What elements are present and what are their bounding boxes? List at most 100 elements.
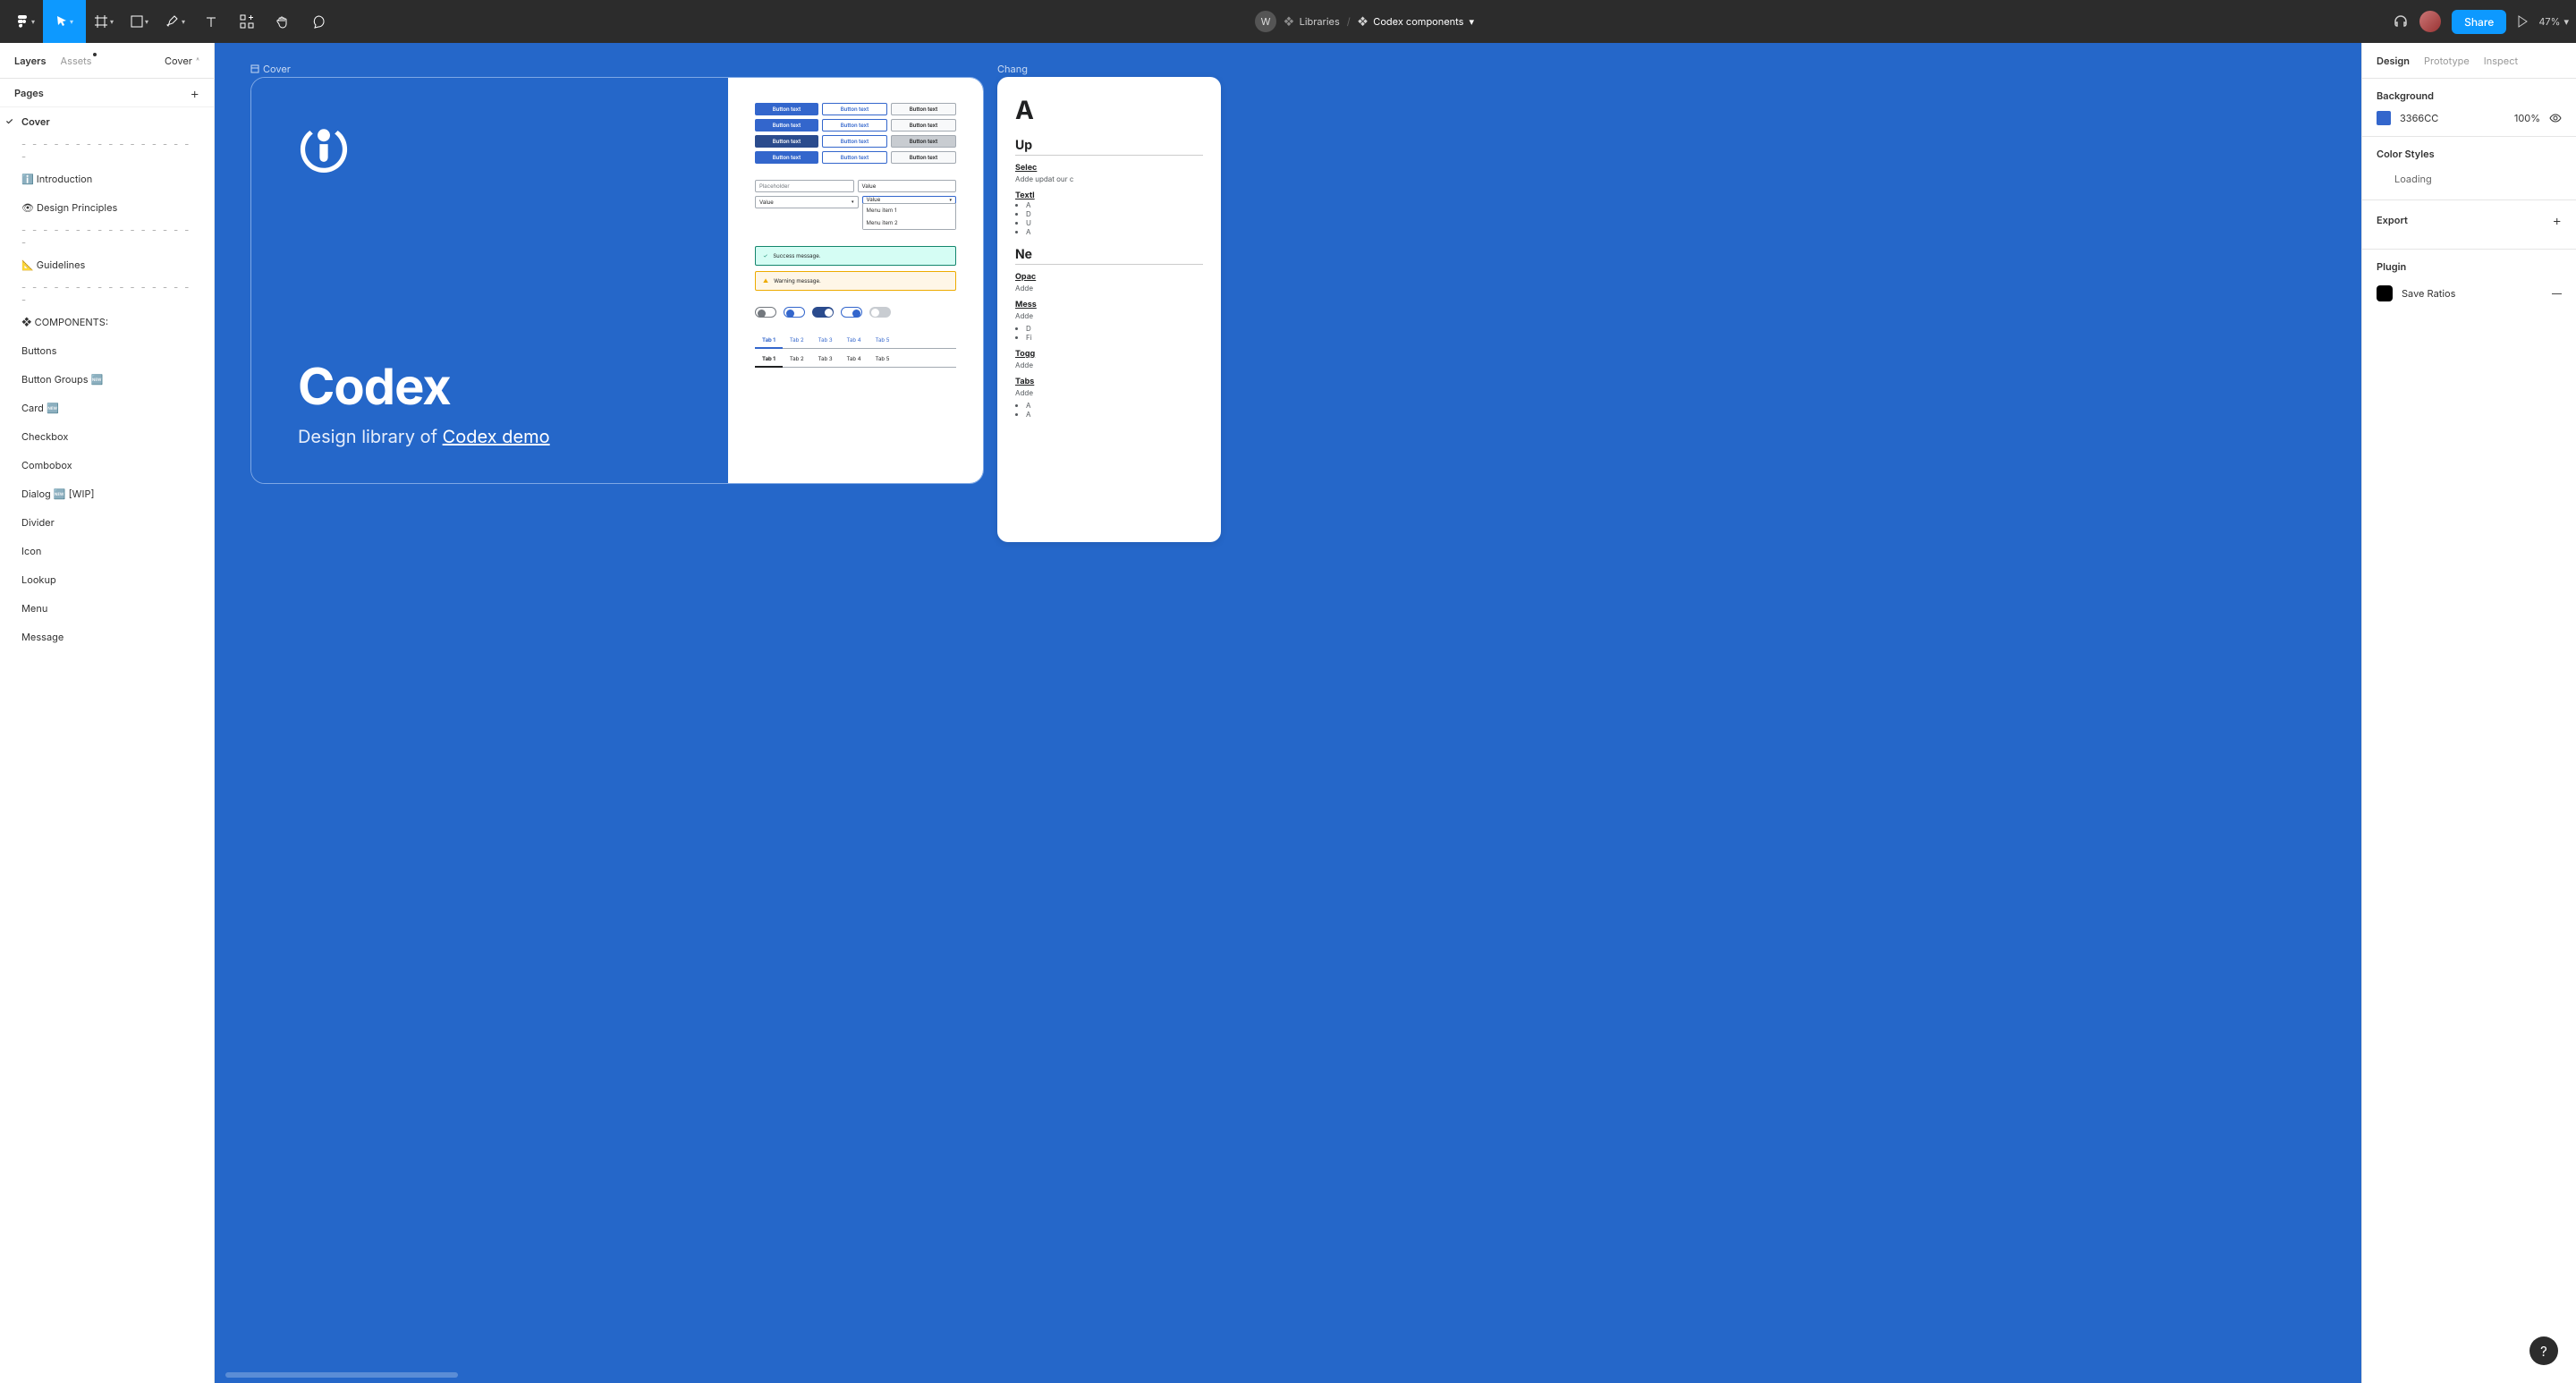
page-item[interactable]: - - - - - - - - - - - - - - - - - [0, 222, 214, 250]
pages-header-label: Pages [14, 87, 44, 99]
breadcrumb-file[interactable]: ❖ Codex components ▾ [1358, 15, 1474, 28]
page-item[interactable]: Message [0, 623, 214, 651]
mini-button: Button text [891, 151, 956, 164]
tab-prototype[interactable]: Prototype [2424, 55, 2470, 67]
comment-tool-button[interactable] [301, 0, 336, 43]
move-tool-button[interactable]: ▾ [43, 0, 86, 43]
frame-label[interactable]: Cover [250, 63, 291, 75]
page-item[interactable]: Icon [0, 537, 214, 565]
mini-input-value: Value [858, 180, 957, 192]
zoom-menu[interactable]: 47% ▾ [2538, 15, 2569, 28]
mini-button: Button text [891, 135, 956, 148]
frame-tool-button[interactable]: ▾ [86, 0, 122, 43]
plugin-section: Plugin Save Ratios — [2362, 250, 2576, 316]
cover-frame[interactable]: Codex Design library of Codex demo Butto… [250, 77, 984, 484]
page-item[interactable]: Menu [0, 594, 214, 623]
breadcrumb-separator: / [1347, 15, 1351, 28]
codex-demo-link[interactable]: Codex demo [443, 426, 550, 447]
pen-tool-button[interactable]: ▾ [157, 0, 193, 43]
page-item[interactable]: Checkbox [0, 422, 214, 451]
page-item[interactable]: Card 🆕 [0, 394, 214, 422]
page-item[interactable]: - - - - - - - - - - - - - - - - - [0, 136, 214, 165]
breadcrumb-file-label: Codex components [1373, 15, 1463, 28]
page-item[interactable]: Button Groups 🆕 [0, 365, 214, 394]
mini-tabs-blue: Tab 1Tab 2Tab 3Tab 4Tab 5 [755, 334, 956, 349]
background-color-swatch[interactable] [2377, 111, 2391, 125]
mini-menu-item: Menu item 2 [863, 216, 956, 229]
plugin-name[interactable]: Save Ratios [2402, 287, 2455, 300]
changelog-title: A [1015, 95, 1203, 125]
comment-icon [311, 14, 326, 29]
mini-tabs-gray: Tab 1Tab 2Tab 3Tab 4Tab 5 [755, 352, 956, 368]
page-item[interactable]: ℹ️ Introduction [0, 165, 214, 193]
tab-assets-label: Assets [61, 55, 92, 67]
headphones-icon [2393, 13, 2409, 30]
mini-message-success: ✓Success message. [755, 246, 956, 266]
eye-icon [2549, 112, 2562, 124]
wikimedia-logo [298, 121, 710, 173]
share-button-label: Share [2464, 15, 2494, 29]
resources-button[interactable] [229, 0, 265, 43]
page-item[interactable]: Combobox [0, 451, 214, 479]
tab-inspect[interactable]: Inspect [2484, 55, 2518, 67]
zoom-value: 47% [2538, 15, 2560, 28]
background-hex[interactable]: 3366CC [2400, 112, 2505, 124]
audio-button[interactable] [2393, 0, 2409, 43]
mini-button: Button text [891, 103, 956, 115]
breadcrumb-project[interactable]: ❖ Libraries [1284, 15, 1340, 28]
changelog-frame-label[interactable]: Chang [997, 63, 1028, 75]
mini-message-warning: ▲Warning message. [755, 271, 956, 291]
text-icon [205, 15, 217, 28]
page-item[interactable]: ❖ COMPONENTS: [0, 308, 214, 336]
tab-layers[interactable]: Layers [14, 55, 47, 67]
changelog-frame[interactable]: A Up Selec Adde updat our c TextI ADUA N… [997, 77, 1221, 542]
export-section: Export + [2362, 200, 2576, 250]
mini-menu-item: Menu item 1 [863, 204, 956, 216]
page-item[interactable]: - - - - - - - - - - - - - - - - - [0, 279, 214, 308]
page-list: Cover- - - - - - - - - - - - - - - - - ℹ… [0, 107, 214, 1383]
share-button[interactable]: Share [2452, 10, 2506, 34]
page-item[interactable]: 📐 Guidelines [0, 250, 214, 279]
page-selector[interactable]: Cover ˄ [165, 55, 199, 67]
text-tool-button[interactable] [193, 0, 229, 43]
team-avatar-letter: W [1261, 15, 1271, 28]
background-opacity[interactable]: 100% [2514, 112, 2540, 124]
page-item[interactable]: Lookup [0, 565, 214, 594]
page-item[interactable]: Buttons [0, 336, 214, 365]
page-item[interactable]: Cover [0, 107, 214, 136]
hand-icon [275, 14, 290, 29]
canvas-horizontal-scrollbar[interactable] [225, 1372, 458, 1378]
mini-button: Button text [755, 151, 818, 164]
changelog-section-new: Ne [1015, 247, 1203, 265]
mini-button: Button text [755, 103, 818, 115]
page-item[interactable]: 👁 Design Principles [0, 193, 214, 222]
page-item[interactable]: Dialog 🆕 [WIP] [0, 479, 214, 508]
help-icon: ? [2540, 1343, 2547, 1360]
canvas[interactable]: Cover Codex Design library of Codex demo… [215, 43, 2361, 1383]
visibility-toggle[interactable] [2549, 112, 2562, 124]
pen-icon [165, 14, 180, 29]
color-styles-loading: Loading [2377, 169, 2562, 189]
team-avatar[interactable]: W [1255, 11, 1276, 32]
add-export-button[interactable]: + [2553, 211, 2562, 229]
hand-tool-button[interactable] [265, 0, 301, 43]
shape-tool-button[interactable]: ▾ [122, 0, 157, 43]
mini-button: Button text [822, 119, 887, 132]
mini-button: Button text [822, 151, 887, 164]
mini-select: Value▾ [755, 196, 859, 208]
page-item[interactable]: Divider [0, 508, 214, 537]
background-section: Background 3366CC 100% [2362, 79, 2576, 137]
figma-logo-icon [15, 14, 30, 29]
add-page-button[interactable]: + [191, 84, 199, 102]
tab-design[interactable]: Design [2377, 55, 2410, 67]
main-menu-button[interactable]: ▾ [7, 0, 43, 43]
user-avatar[interactable] [2419, 11, 2441, 32]
tab-assets[interactable]: Assets [61, 55, 92, 67]
rectangle-icon [131, 15, 143, 28]
left-panel: Layers Assets Cover ˄ Pages + Cover- - -… [0, 43, 215, 1383]
present-button[interactable] [2517, 0, 2528, 43]
assets-updates-dot [93, 53, 97, 56]
background-label: Background [2377, 89, 2434, 102]
help-button[interactable]: ? [2529, 1336, 2558, 1365]
remove-plugin-button[interactable]: — [2552, 287, 2562, 300]
